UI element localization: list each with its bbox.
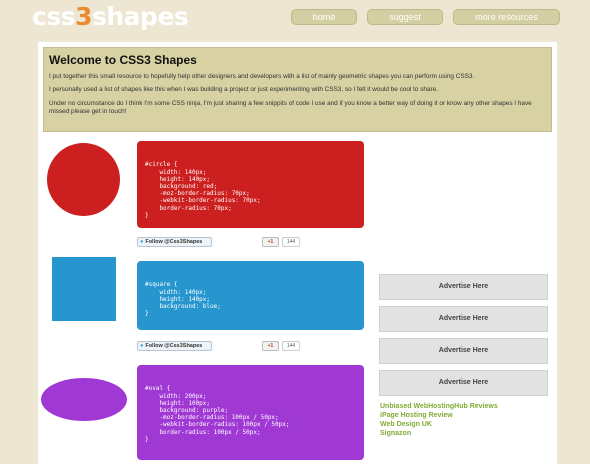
- circle-code-block: #circle { width: 140px; height: 140px; b…: [137, 141, 364, 228]
- page-title: Welcome to CSS3 Shapes: [49, 53, 197, 67]
- logo-suffix: shapes: [92, 2, 189, 31]
- intro-box: Welcome to CSS3 Shapes I put together th…: [43, 47, 552, 132]
- logo-digit: 3: [75, 2, 92, 31]
- intro-paragraph-1: I put together this small resource to ho…: [49, 73, 475, 80]
- oval-shape: [41, 378, 127, 421]
- intro-paragraph-3: Under no circumstance do I think I'm som…: [49, 99, 532, 116]
- square-code-block: #square { width: 140px; height: 140px; b…: [137, 261, 364, 330]
- sidebar-link-webhostinghub[interactable]: Unbiased WebHostingHub Reviews: [380, 403, 498, 412]
- gplus-button[interactable]: +1: [262, 237, 279, 247]
- nav-suggest[interactable]: suggest: [367, 9, 443, 25]
- advertise-slot-4[interactable]: Advertise Here: [379, 370, 548, 396]
- intro-paragraph-2: I personally used a list of shapes like …: [49, 86, 438, 94]
- site-logo[interactable]: css3shapes: [32, 2, 189, 31]
- gplus-count: 144: [282, 341, 300, 351]
- main-container: Welcome to CSS3 Shapes I put together th…: [38, 42, 557, 464]
- sidebar-link-signazon[interactable]: Signazon: [380, 430, 411, 439]
- nav-home[interactable]: home: [291, 9, 357, 25]
- twitter-bird-icon: ●: [140, 343, 144, 349]
- nav-more-resources[interactable]: more resources: [453, 9, 560, 25]
- gplus-count: 144: [282, 237, 300, 247]
- advertise-slot-1[interactable]: Advertise Here: [379, 274, 548, 300]
- twitter-bird-icon: ●: [140, 239, 144, 245]
- advertise-slot-2[interactable]: Advertise Here: [379, 306, 548, 332]
- logo-prefix: css: [32, 2, 76, 31]
- advertise-slot-3[interactable]: Advertise Here: [379, 338, 548, 364]
- twitter-follow-button[interactable]: ● Follow @Css3Shapes: [137, 341, 212, 351]
- oval-code-block: #oval { width: 200px; height: 100px; bac…: [137, 365, 364, 460]
- sidebar-link-web-design-uk[interactable]: Web Design UK: [380, 421, 432, 430]
- sidebar-link-ipage[interactable]: iPage Hosting Review: [380, 412, 453, 421]
- twitter-follow-button[interactable]: ● Follow @Css3Shapes: [137, 237, 212, 247]
- circle-shape: [47, 143, 120, 216]
- square-shape: [52, 257, 116, 321]
- gplus-button[interactable]: +1: [262, 341, 279, 351]
